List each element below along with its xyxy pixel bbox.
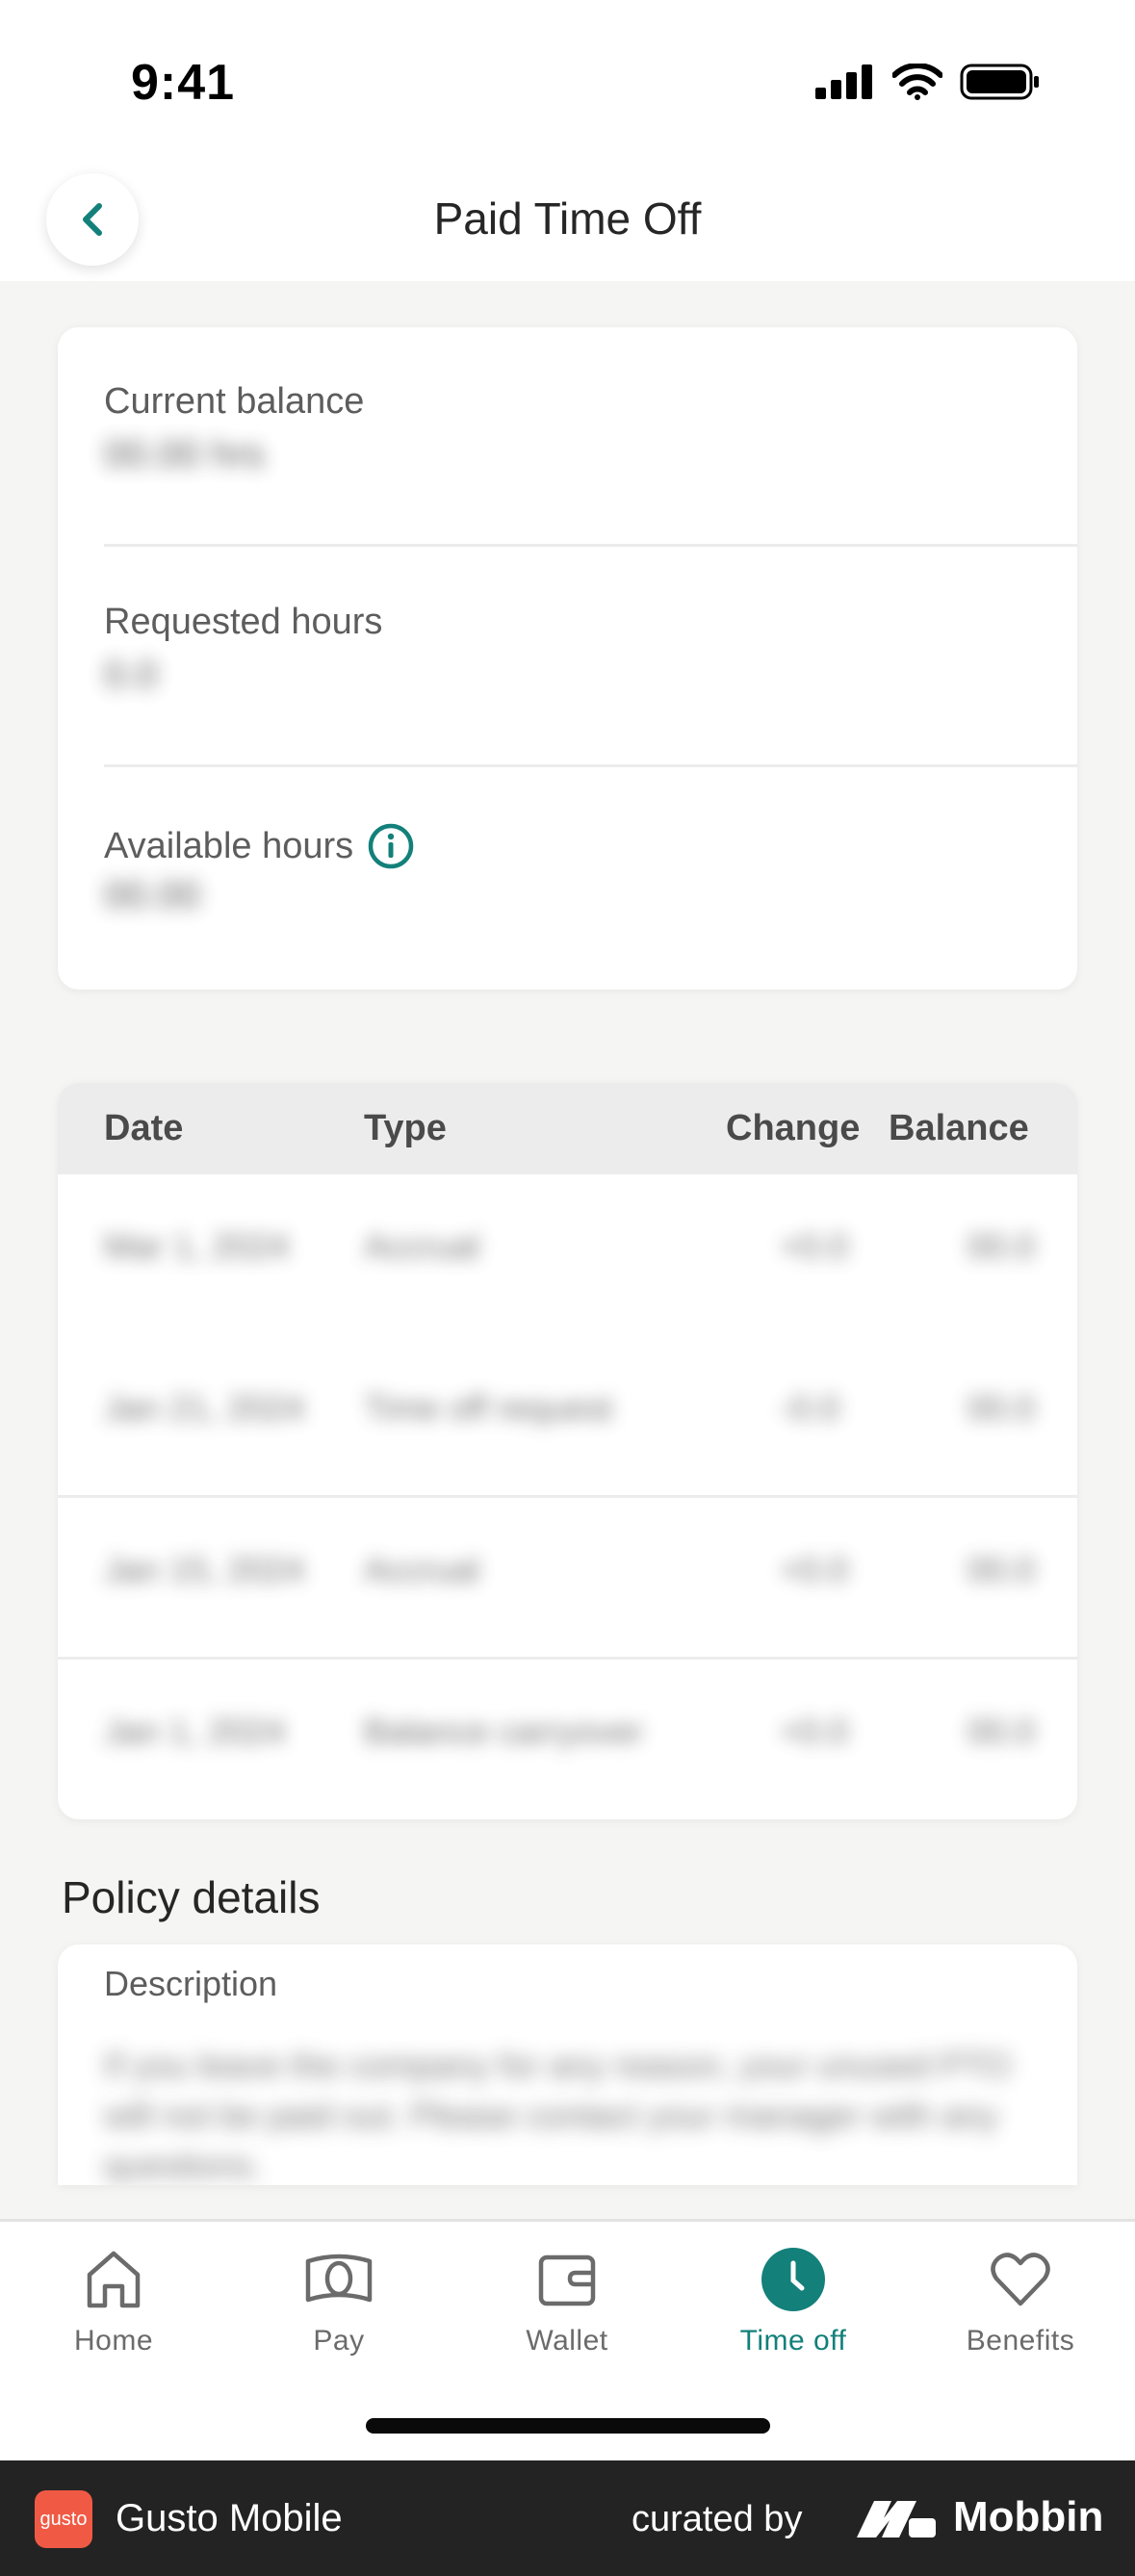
table-row[interactable]: Mar 1, 2024 Accrual +0.0 00.0 bbox=[58, 1174, 1077, 1336]
column-header-type: Type bbox=[364, 1108, 447, 1148]
battery-icon bbox=[960, 64, 1039, 100]
row-date: Mar 1, 2024 bbox=[104, 1226, 290, 1266]
pay-icon bbox=[305, 2254, 373, 2303]
curated-by-text: curated by bbox=[632, 2499, 803, 2539]
row-change: -0.0 bbox=[780, 1388, 840, 1428]
column-header-change: Change bbox=[726, 1108, 861, 1148]
page-title: Paid Time Off bbox=[433, 193, 702, 244]
row-balance: 00.0 bbox=[967, 1388, 1036, 1428]
tab-pay[interactable]: Pay bbox=[243, 2246, 435, 2357]
tab-label: Time off bbox=[739, 2325, 847, 2357]
balance-summary-card: Current balance 00.00 hrs Requested hour… bbox=[58, 327, 1077, 990]
description-label: Description bbox=[104, 1964, 278, 2003]
row-type: Time off request bbox=[364, 1388, 613, 1428]
tab-home[interactable]: Home bbox=[17, 2246, 210, 2357]
policy-card: Description If you leave the company for… bbox=[58, 1945, 1077, 2185]
status-time: 9:41 bbox=[131, 55, 236, 111]
column-header-date: Date bbox=[104, 1108, 184, 1148]
row-date: Jan 15, 2024 bbox=[104, 1550, 305, 1589]
table-row[interactable]: Jan 15, 2024 Accrual +0.0 00.0 bbox=[58, 1498, 1077, 1660]
table-row[interactable]: Jan 1, 2024 Balance carryover +0.0 00.0 bbox=[58, 1660, 1077, 1819]
column-header-balance: Balance bbox=[889, 1108, 1029, 1148]
heart-icon bbox=[991, 2253, 1050, 2306]
mobbin-logo-icon bbox=[857, 2501, 936, 2537]
app-logo: gusto bbox=[35, 2490, 92, 2548]
home-indicator bbox=[366, 2418, 770, 2434]
table-row[interactable]: Jan 21, 2024 Time off request -0.0 00.0 bbox=[58, 1336, 1077, 1498]
tab-label: Benefits bbox=[966, 2325, 1075, 2357]
current-balance-label: Current balance bbox=[104, 381, 365, 422]
available-hours-row: Available hours 00.00 bbox=[104, 768, 1077, 988]
status-icons bbox=[815, 64, 1041, 100]
requested-hours-value: 0.0 bbox=[104, 654, 158, 696]
current-balance-row: Current balance 00.00 hrs bbox=[104, 327, 1077, 547]
tab-label: Home bbox=[73, 2325, 154, 2357]
status-bar: 9:41 bbox=[0, 0, 1135, 154]
requested-hours-row: Requested hours 0.0 bbox=[104, 548, 1077, 767]
policy-details-heading: Policy details bbox=[62, 1872, 321, 1922]
app-name: Gusto Mobile bbox=[116, 2497, 343, 2539]
header: Paid Time Off bbox=[0, 154, 1135, 281]
tab-wallet[interactable]: Wallet bbox=[471, 2246, 663, 2357]
current-balance-value: 00.00 hrs bbox=[104, 433, 265, 476]
requested-hours-label: Requested hours bbox=[104, 602, 383, 642]
description-text: If you leave the company for any reason,… bbox=[104, 2046, 1011, 2185]
row-balance: 00.0 bbox=[967, 1226, 1036, 1266]
row-change: +0.0 bbox=[780, 1550, 849, 1589]
available-hours-value: 00.00 bbox=[104, 874, 201, 916]
footer-banner: gusto Gusto Mobile curated by Mobbin bbox=[0, 2460, 1135, 2576]
wallet-icon bbox=[538, 2254, 596, 2306]
available-hours-label: Available hours bbox=[104, 822, 415, 870]
row-type: Balance carryover bbox=[364, 1712, 644, 1751]
row-type: Accrual bbox=[364, 1226, 480, 1266]
info-icon[interactable] bbox=[367, 822, 415, 870]
home-icon bbox=[87, 2251, 141, 2308]
tab-label: Wallet bbox=[526, 2325, 608, 2357]
row-change: +0.0 bbox=[780, 1226, 849, 1266]
clock-icon bbox=[761, 2248, 825, 2311]
row-change: +0.0 bbox=[780, 1712, 849, 1751]
divider bbox=[104, 544, 1077, 547]
mobbin-brand: Mobbin bbox=[953, 2493, 1104, 2540]
tab-benefits[interactable]: Benefits bbox=[924, 2246, 1117, 2357]
divider bbox=[104, 764, 1077, 767]
row-balance: 00.0 bbox=[967, 1550, 1036, 1589]
tab-time-off[interactable]: Time off bbox=[697, 2246, 890, 2357]
row-date: Jan 21, 2024 bbox=[104, 1388, 305, 1428]
row-balance: 00.0 bbox=[967, 1712, 1036, 1751]
cellular-signal-icon bbox=[815, 64, 872, 99]
table-header: Date Type Change Balance bbox=[58, 1083, 1077, 1174]
wifi-icon bbox=[892, 64, 942, 100]
tab-label: Pay bbox=[313, 2325, 365, 2357]
row-type: Accrual bbox=[364, 1550, 480, 1589]
pto-history-table: Date Type Change Balance Mar 1, 2024 Acc… bbox=[58, 1083, 1077, 1819]
row-date: Jan 1, 2024 bbox=[104, 1712, 286, 1751]
screen: 9:41 Paid Time Off Current balance 00.00… bbox=[0, 0, 1135, 2576]
